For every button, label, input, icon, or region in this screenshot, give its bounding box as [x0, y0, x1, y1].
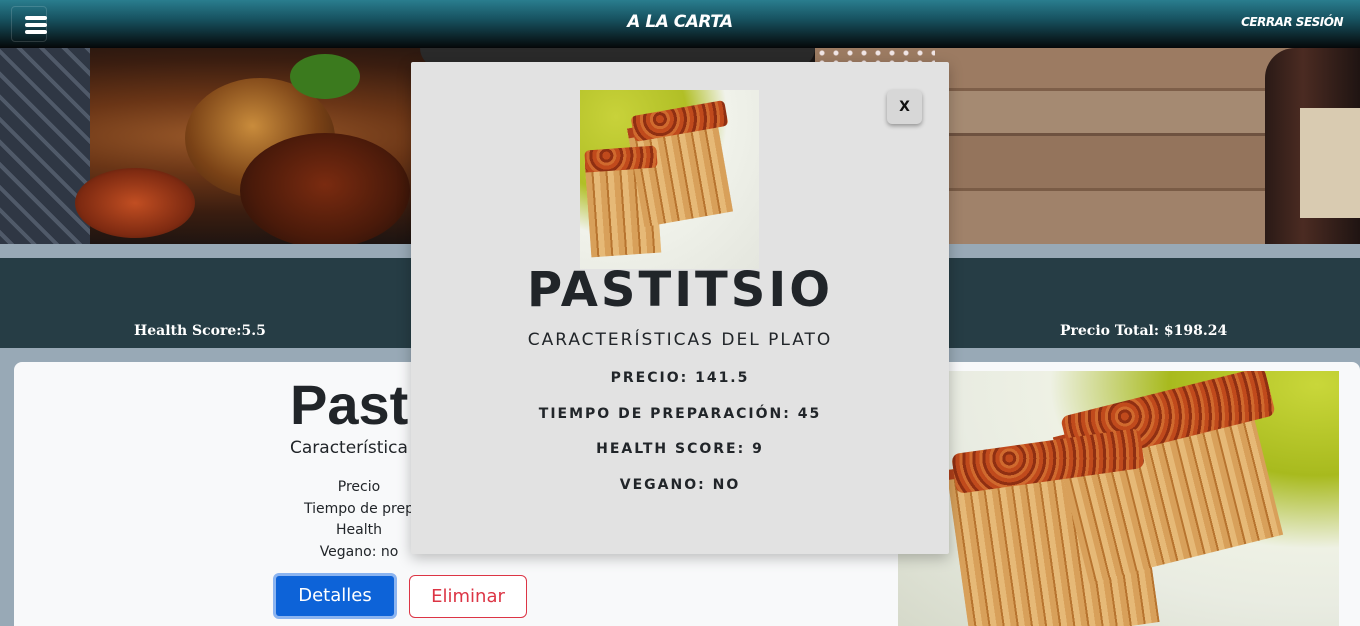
total-price-summary: Precio Total: $198.24: [1060, 323, 1228, 339]
grilled-meat: [240, 133, 410, 244]
dish-card-subtitle: Característica: [290, 438, 408, 458]
brand-title: A LA CARTA: [627, 12, 733, 32]
shrimp: [75, 168, 195, 238]
modal-health-score: HEALTH SCORE: 9: [596, 441, 764, 457]
wine-label: [1300, 108, 1360, 218]
dish-card-title: Pasti: [290, 373, 424, 436]
modal-vegan: VEGANO: NO: [619, 477, 741, 493]
checkered-cloth: [0, 48, 90, 244]
dish-photo: [898, 371, 1339, 626]
modal-title: PASTITSIO: [526, 262, 834, 318]
close-button[interactable]: X: [887, 90, 922, 124]
modal-dish-photo: [580, 90, 759, 269]
details-button[interactable]: Detalles: [273, 573, 397, 619]
modal-subtitle: CARACTERÍSTICAS DEL PLATO: [527, 330, 833, 350]
health-score-summary: Health Score:5.5: [134, 323, 266, 339]
modal-price: PRECIO: 141.5: [610, 370, 750, 386]
dish-details-modal: X PASTITSIO CARACTERÍSTICAS DEL PLATO PR…: [411, 62, 949, 554]
top-navbar: A LA CARTA CERRAR SESIÓN: [0, 0, 1360, 48]
modal-prep-time: TIEMPO DE PREPARACIÓN: 45: [538, 406, 822, 422]
delete-button[interactable]: Eliminar: [409, 575, 527, 618]
logout-link[interactable]: CERRAR SESIÓN: [1241, 15, 1343, 29]
herb-garnish: [290, 54, 360, 99]
